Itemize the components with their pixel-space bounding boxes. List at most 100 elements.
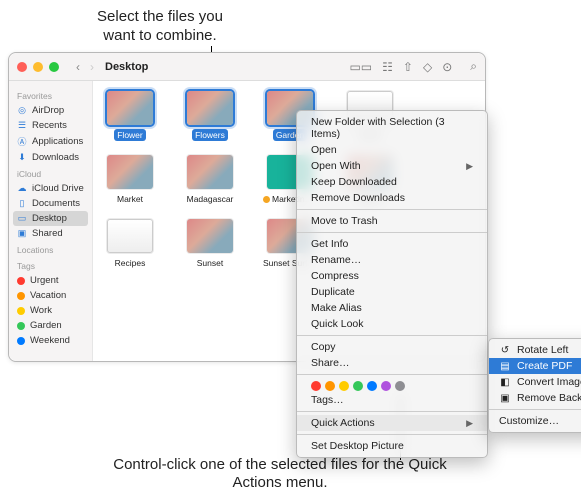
- sidebar-item-airdrop[interactable]: ◎AirDrop: [9, 103, 92, 118]
- more-icon[interactable]: ⊙: [442, 60, 452, 74]
- callout-bottom: Control-click one of the selected files …: [110, 456, 450, 494]
- forward-button[interactable]: ›: [85, 60, 99, 74]
- file-thumbnail: [107, 91, 153, 125]
- remove-bg-icon: ▣: [499, 393, 511, 404]
- submenu-item-rotate-left[interactable]: ↺Rotate Left: [489, 342, 581, 358]
- sidebar-header-favorites: Favorites: [9, 87, 92, 103]
- file-thumbnail: [187, 91, 233, 125]
- menu-item-get-info[interactable]: Get Info: [297, 236, 487, 252]
- tag-dot-indicator: [263, 196, 270, 203]
- menu-item-make-alias[interactable]: Make Alias: [297, 300, 487, 316]
- file-sunset[interactable]: Sunset: [181, 219, 239, 269]
- tag-color-yellow[interactable]: [339, 381, 349, 391]
- menu-item-open-with[interactable]: Open With▶: [297, 158, 487, 174]
- window-title: Desktop: [105, 61, 349, 73]
- sidebar-item-recents[interactable]: ☰Recents: [9, 118, 92, 133]
- group-icon[interactable]: ☷: [382, 60, 393, 74]
- sidebar-item-label: Applications: [32, 136, 83, 147]
- file-label: Flower: [114, 129, 146, 141]
- sidebar-item-label: Shared: [32, 228, 63, 239]
- sidebar-item-shared[interactable]: ▣Shared: [9, 226, 92, 241]
- menu-item-label: Keep Downloaded: [311, 176, 397, 188]
- sidebar-tag-garden[interactable]: Garden: [9, 318, 92, 333]
- tags-icon[interactable]: ◇: [423, 60, 432, 74]
- menu-separator: [297, 232, 487, 233]
- tag-color-red[interactable]: [311, 381, 321, 391]
- menu-item-label: Rotate Left: [517, 344, 568, 356]
- traffic-lights: [17, 62, 59, 72]
- sidebar-tag-work[interactable]: Work: [9, 303, 92, 318]
- tag-color-purple[interactable]: [381, 381, 391, 391]
- file-flowers[interactable]: Flowers: [181, 91, 239, 141]
- menu-item-quick-look[interactable]: Quick Look: [297, 316, 487, 332]
- file-thumbnail: [107, 155, 153, 189]
- menu-item-label: Open With: [311, 160, 361, 172]
- submenu-item-convert-image[interactable]: ◧Convert Image: [489, 374, 581, 390]
- menu-item-label: Quick Look: [311, 318, 364, 330]
- file-flower[interactable]: Flower: [101, 91, 159, 141]
- menu-item-label: Make Alias: [311, 302, 362, 314]
- sidebar-item-downloads[interactable]: ⬇Downloads: [9, 150, 92, 165]
- file-market[interactable]: Market: [101, 155, 159, 205]
- menu-item-duplicate[interactable]: Duplicate: [297, 284, 487, 300]
- menu-item-label: Set Desktop Picture: [311, 440, 404, 452]
- file-label: Sunset: [194, 257, 226, 269]
- sidebar-item-label: Garden: [30, 320, 62, 331]
- menu-item-new-folder[interactable]: New Folder with Selection (3 Items): [297, 114, 487, 142]
- menu-item-share[interactable]: Share…: [297, 355, 487, 371]
- menu-item-label: Convert Image: [517, 376, 581, 388]
- menu-item-label: Customize…: [499, 415, 559, 427]
- sidebar-item-label: Downloads: [32, 152, 79, 163]
- file-thumbnail: [107, 219, 153, 253]
- sidebar-tag-vacation[interactable]: Vacation: [9, 288, 92, 303]
- menu-item-remove-downloads[interactable]: Remove Downloads: [297, 190, 487, 206]
- menu-item-label: New Folder with Selection (3 Items): [311, 116, 473, 140]
- tag-dot-orange: [17, 292, 25, 300]
- sidebar-item-applications[interactable]: ⒶApplications: [9, 133, 92, 150]
- menu-item-move-to-trash[interactable]: Move to Trash: [297, 213, 487, 229]
- sidebar-item-label: Recents: [32, 120, 67, 131]
- tag-color-green[interactable]: [353, 381, 363, 391]
- menu-item-set-desktop-picture[interactable]: Set Desktop Picture: [297, 438, 487, 454]
- sidebar-tag-weekend[interactable]: Weekend: [9, 333, 92, 348]
- tag-color-blue[interactable]: [367, 381, 377, 391]
- menu-item-rename[interactable]: Rename…: [297, 252, 487, 268]
- submenu-item-customize[interactable]: Customize…: [489, 413, 581, 429]
- menu-item-keep-downloaded[interactable]: Keep Downloaded: [297, 174, 487, 190]
- menu-separator: [297, 335, 487, 336]
- menu-item-open[interactable]: Open: [297, 142, 487, 158]
- tag-color-orange[interactable]: [325, 381, 335, 391]
- back-button[interactable]: ‹: [71, 60, 85, 74]
- sidebar-item-label: iCloud Drive: [32, 183, 84, 194]
- file-label: Flowers: [192, 129, 228, 141]
- submenu-item-remove-background[interactable]: ▣Remove Background: [489, 390, 581, 406]
- zoom-button[interactable]: [49, 62, 59, 72]
- menu-separator: [297, 209, 487, 210]
- sidebar-item-desktop[interactable]: ▭Desktop: [13, 211, 88, 226]
- sidebar-header-tags: Tags: [9, 257, 92, 273]
- sidebar-item-icloud-drive[interactable]: ☁iCloud Drive: [9, 181, 92, 196]
- menu-item-compress[interactable]: Compress: [297, 268, 487, 284]
- share-icon[interactable]: ⇧: [403, 60, 413, 74]
- submenu-item-create-pdf[interactable]: ▤Create PDF: [489, 358, 581, 374]
- menu-item-tags[interactable]: Tags…: [297, 392, 487, 408]
- sidebar-tag-urgent[interactable]: Urgent: [9, 273, 92, 288]
- file-madagascar[interactable]: Madagascar: [181, 155, 239, 205]
- tag-color-gray[interactable]: [395, 381, 405, 391]
- close-button[interactable]: [17, 62, 27, 72]
- desktop-icon: ▭: [17, 213, 27, 224]
- search-icon[interactable]: ⌕: [470, 59, 477, 74]
- menu-item-label: Copy: [311, 341, 336, 353]
- menu-separator: [297, 374, 487, 375]
- file-recipes[interactable]: Recipes: [101, 219, 159, 269]
- menu-item-quick-actions[interactable]: Quick Actions▶: [297, 415, 487, 431]
- sidebar-item-label: Vacation: [30, 290, 66, 301]
- minimize-button[interactable]: [33, 62, 43, 72]
- view-icon[interactable]: ▭▭: [349, 60, 372, 74]
- sidebar-item-documents[interactable]: ▯Documents: [9, 196, 92, 211]
- file-label: Madagascar: [184, 193, 237, 205]
- menu-item-copy[interactable]: Copy: [297, 339, 487, 355]
- tag-dot-blue: [17, 337, 25, 345]
- tag-dot-red: [17, 277, 25, 285]
- menu-item-label: Remove Downloads: [311, 192, 405, 204]
